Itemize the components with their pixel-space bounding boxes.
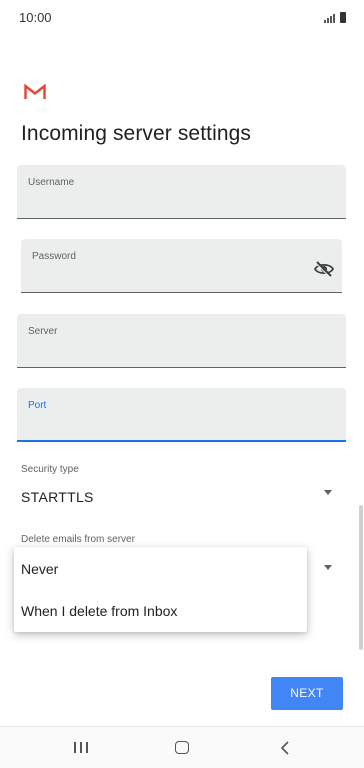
username-label: Username: [28, 177, 75, 188]
option-when-deleted-from-inbox[interactable]: When I delete from Inbox: [21, 603, 177, 619]
username-field[interactable]: Username: [17, 165, 346, 219]
security-type-select[interactable]: STARTTLS: [21, 489, 94, 505]
server-field[interactable]: Server: [17, 314, 346, 368]
status-bar: 10:00: [0, 0, 364, 36]
battery-icon: [340, 12, 346, 23]
server-label: Server: [28, 326, 58, 337]
signal-icon: [324, 13, 335, 23]
password-label: Password: [32, 251, 76, 262]
delete-emails-label: Delete emails from server: [21, 534, 135, 545]
port-label: Port: [28, 400, 47, 411]
password-field[interactable]: Password: [21, 239, 342, 293]
status-time: 10:00: [19, 10, 52, 25]
delete-emails-dropdown: Never When I delete from Inbox: [14, 547, 307, 632]
status-icons: [324, 11, 346, 23]
next-button[interactable]: NEXT: [271, 677, 343, 710]
page-title: Incoming server settings: [21, 122, 251, 145]
navigation-bar: [0, 726, 364, 768]
eye-off-icon[interactable]: [314, 260, 334, 278]
scrollbar[interactable]: [359, 505, 363, 650]
recent-apps-icon[interactable]: [74, 742, 88, 753]
option-never[interactable]: Never: [21, 561, 58, 577]
home-icon[interactable]: [175, 741, 189, 754]
back-icon[interactable]: [279, 741, 291, 755]
chevron-down-icon[interactable]: [324, 565, 332, 570]
chevron-down-icon[interactable]: [324, 490, 332, 495]
security-type-label: Security type: [21, 464, 79, 475]
port-field[interactable]: Port: [17, 388, 346, 442]
gmail-logo: [24, 84, 46, 99]
